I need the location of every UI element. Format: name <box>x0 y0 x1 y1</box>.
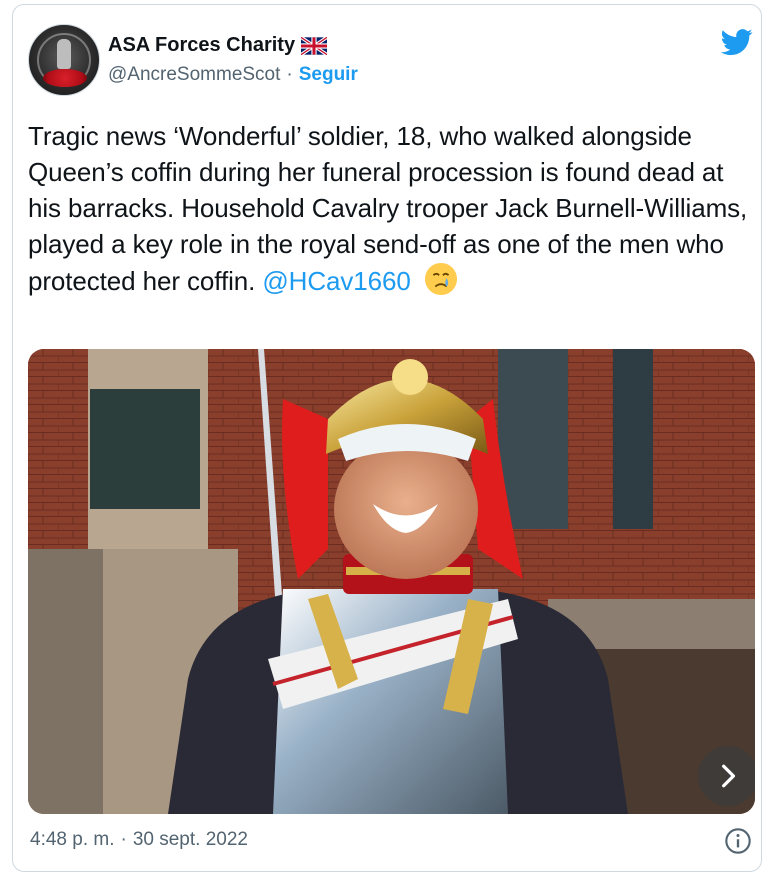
avatar-figure <box>57 39 71 69</box>
next-photo-button[interactable] <box>698 746 755 806</box>
tweet-date[interactable]: 30 sept. 2022 <box>133 829 248 851</box>
tweet-photo[interactable] <box>28 349 755 814</box>
soldier-photo <box>28 349 755 814</box>
author-avatar[interactable] <box>28 24 100 96</box>
author-handle[interactable]: @AncreSommeScot <box>108 64 280 86</box>
poppy-icon <box>43 69 87 87</box>
timestamp-separator: · <box>120 829 127 850</box>
tweet-time[interactable]: 4:48 p. m. <box>30 829 115 851</box>
author-handle-row: @AncreSommeScot · Seguir <box>108 64 358 86</box>
uk-flag-icon <box>301 36 328 55</box>
info-icon[interactable] <box>724 827 752 855</box>
twitter-bird-icon[interactable] <box>718 26 756 58</box>
author-display-name[interactable]: ASA Forces Charity <box>108 34 295 57</box>
author-name-row: ASA Forces Charity <box>108 34 328 57</box>
handle-separator: · <box>286 64 293 85</box>
chevron-right-icon <box>722 764 736 788</box>
follow-button[interactable]: Seguir <box>299 64 358 86</box>
tweet-text: Tragic news ‘Wonderful’ soldier, 18, who… <box>28 118 753 299</box>
mention-link[interactable]: @HCav1660 <box>262 266 410 296</box>
tweet-timestamp[interactable]: 4:48 p. m. · 30 sept. 2022 <box>30 829 248 851</box>
crying-face-icon <box>424 262 457 296</box>
